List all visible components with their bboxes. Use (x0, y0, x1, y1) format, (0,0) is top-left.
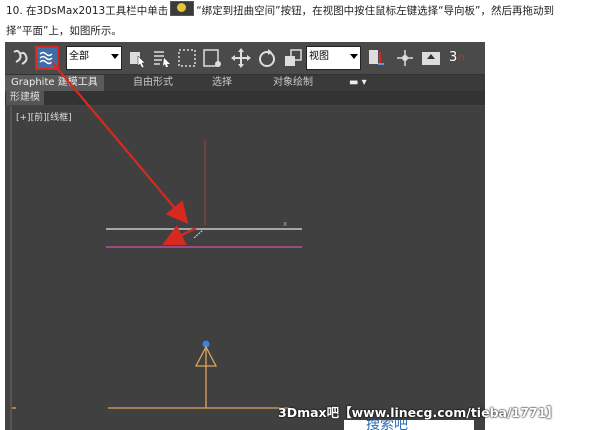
chevron-down-icon (350, 54, 358, 59)
bind-to-space-warp-button[interactable] (35, 46, 59, 70)
selection-filter-value: 全部 (69, 51, 89, 62)
select-and-scale-icon[interactable] (281, 46, 305, 70)
select-and-link-icon[interactable] (8, 46, 32, 70)
select-and-manipulate-icon[interactable] (393, 46, 417, 70)
select-and-move-icon[interactable] (229, 46, 253, 70)
instruction-line-2: 择“平面”上，如图所示。 (6, 25, 122, 37)
watermark-text: 3Dmax吧【www.linecg.com/tieba/1771】 (278, 405, 559, 420)
max-window: 全部 视图 3∩ Graphite 建模工具 自由形式 选择 对象绘制 ▬ ▾ … (5, 42, 485, 430)
front-viewport[interactable]: [+][前][线框] (10, 106, 485, 430)
pivot-point-icon[interactable] (364, 46, 388, 70)
bind-to-space-warp-icon (170, 1, 195, 16)
tab-object-paint[interactable]: 对象绘制 (273, 75, 313, 91)
tab-freeform[interactable]: 自由形式 (133, 75, 173, 91)
select-and-rotate-icon[interactable] (255, 46, 279, 70)
footer-banner: 搜索吧 (344, 420, 474, 430)
instruction-line-1: 10. 在3DsMax2013工具栏中单击 “绑定到扭曲空间”按钮，在视图中按住鼠… (6, 1, 554, 21)
selection-filter-dropdown[interactable]: 全部 (66, 46, 122, 70)
chevron-down-icon (111, 54, 119, 59)
instruction-line-1-before: 10. 在3DsMax2013工具栏中单击 (6, 5, 169, 17)
rectangle-selection-icon[interactable] (175, 46, 199, 70)
reference-coordinate-value: 视图 (309, 51, 329, 62)
graphite-ribbon: Graphite 建模工具 自由形式 选择 对象绘制 ▬ ▾ (5, 75, 485, 91)
magnet-icon: ∩ (457, 51, 466, 64)
viewport-label[interactable]: [+][前][线框] (16, 110, 72, 123)
snaps-toggle[interactable]: 3∩ (449, 46, 479, 70)
main-toolbar: 全部 视图 3∩ (5, 42, 485, 75)
reference-coordinate-dropdown[interactable]: 视图 (306, 46, 361, 70)
tab-selection[interactable]: 选择 (212, 75, 232, 91)
select-by-name-icon[interactable] (150, 46, 174, 70)
keyboard-shortcut-override-icon[interactable] (419, 46, 443, 70)
ribbon-options-icon[interactable]: ▬ ▾ (349, 75, 367, 91)
ribbon-subbar: 形建模 (5, 91, 485, 105)
window-crossing-icon[interactable] (200, 46, 224, 70)
instruction-line-1-after: “绑定到扭曲空间”按钮，在视图中按住鼠标左键选择“导向板”，然后再拖动到 (196, 5, 554, 17)
footer-text: 搜索吧 (366, 420, 408, 430)
tab-graphite-modeling[interactable]: Graphite 建模工具 (5, 75, 104, 91)
polygon-modeling-label: 形建模 (6, 91, 44, 105)
select-object-icon[interactable] (125, 46, 149, 70)
